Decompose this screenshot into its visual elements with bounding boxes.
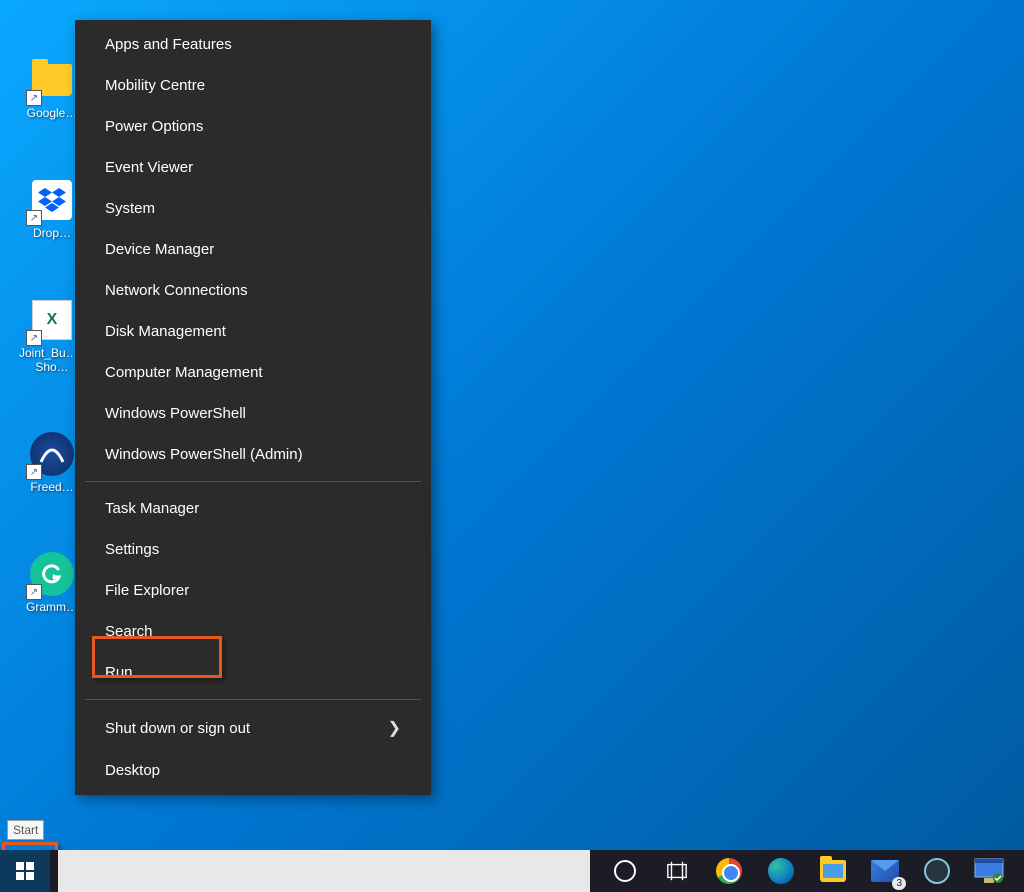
menu-item-label: Search [105,623,153,640]
chevron-right-icon: ❯ [388,718,401,738]
menu-item-label: Device Manager [105,241,214,258]
windows-logo-icon [16,862,34,880]
edge-icon [768,858,794,884]
shortcut-arrow-icon: ↗ [26,330,42,346]
desktop-icon-label: Google… [27,106,78,120]
menu-item-search[interactable]: Search [75,611,431,652]
menu-item-label: Network Connections [105,282,248,299]
menu-item-label: File Explorer [105,582,189,599]
shortcut-arrow-icon: ↗ [26,90,42,106]
menu-item-run[interactable]: Run [75,652,431,693]
menu-item-computer-management[interactable]: Computer Management [75,352,431,393]
chrome-icon [716,858,742,884]
menu-item-mobility-centre[interactable]: Mobility Centre [75,65,431,106]
menu-item-task-manager[interactable]: Task Manager [75,488,431,529]
menu-item-label: Run [105,664,133,681]
menu-item-label: Windows PowerShell (Admin) [105,446,303,463]
mail-badge: 3 [892,877,906,890]
menu-item-label: Apps and Features [105,36,232,53]
taskbar-app-generic[interactable] [920,854,954,888]
menu-item-settings[interactable]: Settings [75,529,431,570]
menu-item-event-viewer[interactable]: Event Viewer [75,147,431,188]
menu-item-label: Windows PowerShell [105,405,246,422]
task-view-icon [666,860,688,882]
menu-item-power-options[interactable]: Power Options [75,106,431,147]
menu-item-file-explorer[interactable]: File Explorer [75,570,431,611]
menu-item-label: Shut down or sign out [105,720,250,737]
menu-item-shutdown[interactable]: Shut down or sign out ❯ [75,706,431,750]
cortana-button[interactable] [608,854,642,888]
menu-separator [85,699,421,700]
file-explorer-icon [820,860,846,882]
start-tooltip: Start [7,820,44,840]
taskbar-search-area[interactable] [58,850,590,892]
menu-item-network-connections[interactable]: Network Connections [75,270,431,311]
menu-item-label: Desktop [105,762,160,779]
taskbar-tray: 3 [590,850,1024,892]
menu-item-apps-features[interactable]: Apps and Features [75,24,431,65]
app-icon [924,858,950,884]
menu-item-desktop[interactable]: Desktop [75,750,431,791]
desktop-icon-label: Gramm… [26,600,78,614]
taskbar-app-mail[interactable]: 3 [868,854,902,888]
menu-item-label: Settings [105,541,159,558]
cortana-icon [614,860,636,882]
monitor-icon [974,858,1004,884]
shortcut-arrow-icon: ↗ [26,210,42,226]
desktop-icon-label: Freed… [30,480,73,494]
winx-context-menu: Apps and Features Mobility Centre Power … [75,20,431,795]
taskbar: 3 [0,850,1024,892]
task-view-button[interactable] [660,854,694,888]
shortcut-arrow-icon: ↗ [26,464,42,480]
desktop-icon-label: Drop… [33,226,71,240]
menu-item-system[interactable]: System [75,188,431,229]
shortcut-arrow-icon: ↗ [26,584,42,600]
menu-item-label: Power Options [105,118,203,135]
menu-item-label: Task Manager [105,500,199,517]
menu-item-powershell-admin[interactable]: Windows PowerShell (Admin) [75,434,431,475]
menu-item-device-manager[interactable]: Device Manager [75,229,431,270]
menu-item-label: Mobility Centre [105,77,205,94]
taskbar-app-edge[interactable] [764,854,798,888]
taskbar-app-remote[interactable] [972,854,1006,888]
menu-separator [85,481,421,482]
menu-item-label: Event Viewer [105,159,193,176]
menu-item-label: Computer Management [105,364,263,381]
menu-item-powershell[interactable]: Windows PowerShell [75,393,431,434]
menu-item-disk-management[interactable]: Disk Management [75,311,431,352]
menu-item-label: System [105,200,155,217]
menu-item-label: Disk Management [105,323,226,340]
taskbar-app-file-explorer[interactable] [816,854,850,888]
taskbar-app-chrome[interactable] [712,854,746,888]
start-button[interactable] [0,850,50,892]
